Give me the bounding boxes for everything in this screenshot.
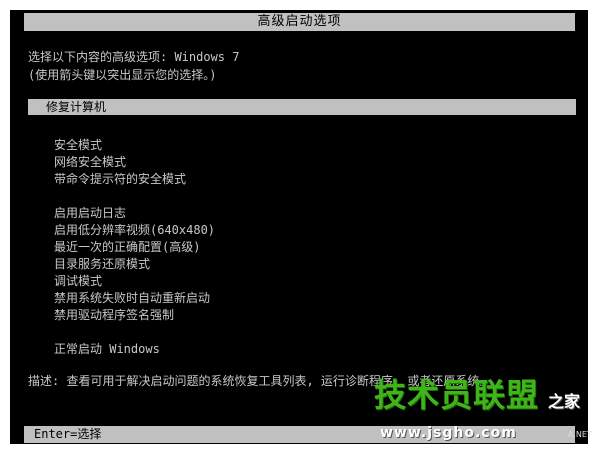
option-start-windows-normally[interactable]: 正常启动 Windows bbox=[54, 341, 160, 357]
page-title: 高级启动选项 bbox=[24, 13, 575, 31]
option-low-resolution-video[interactable]: 启用低分辨率视频(640x480) bbox=[54, 222, 215, 238]
option-safe-mode[interactable]: 安全模式 bbox=[54, 137, 102, 153]
option-safe-mode-command-prompt[interactable]: 带命令提示符的安全模式 bbox=[54, 171, 186, 187]
hint-text: (使用箭头键以突出显示您的选择。) bbox=[28, 68, 217, 82]
option-disable-auto-restart[interactable]: 禁用系统失败时自动重新启动 bbox=[54, 290, 210, 306]
option-debugging-mode[interactable]: 调试模式 bbox=[54, 273, 102, 289]
watermark-logo: 技术员联盟 之家 www.jsgho.com A.NET bbox=[362, 368, 598, 452]
option-directory-services-restore[interactable]: 目录服务还原模式 bbox=[54, 256, 150, 272]
watermark-url: www.jsgho.com bbox=[380, 425, 517, 441]
prompt-text: 选择以下内容的高级选项: Windows 7 bbox=[28, 50, 240, 64]
option-safe-mode-networking[interactable]: 网络安全模式 bbox=[54, 154, 126, 170]
option-boot-logging[interactable]: 启用启动日志 bbox=[54, 205, 126, 221]
watermark-side-text: 之家 bbox=[548, 392, 581, 411]
watermark-small-text: A.NET bbox=[568, 430, 592, 439]
option-disable-driver-signature[interactable]: 禁用驱动程序签名强制 bbox=[54, 307, 174, 323]
watermark-main-text: 技术员联盟 bbox=[374, 376, 540, 414]
option-last-known-good-config[interactable]: 最近一次的正确配置(高级) bbox=[54, 239, 200, 255]
option-repair-computer[interactable]: 修复计算机 bbox=[28, 99, 576, 115]
